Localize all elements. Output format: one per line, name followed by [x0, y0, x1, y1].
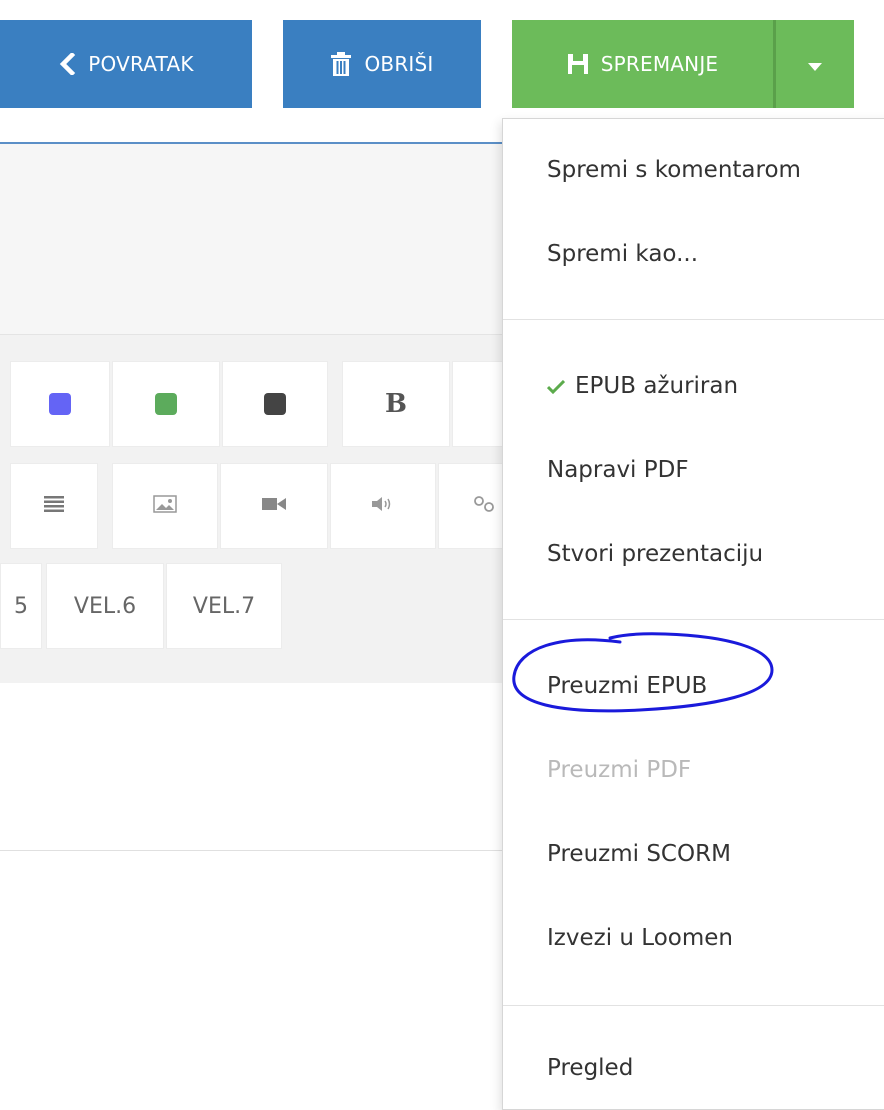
menu-item-download-pdf: Preuzmi PDF: [547, 757, 692, 783]
insert-audio-button[interactable]: [330, 463, 436, 549]
color-black-button[interactable]: [222, 361, 328, 447]
menu-item-export-loomen[interactable]: Izvezi u Loomen: [547, 925, 733, 951]
bold-button[interactable]: B: [342, 361, 450, 447]
trash-icon: [330, 51, 352, 77]
delete-button-label: OBRIŠI: [364, 52, 434, 76]
menu-item-epub-updated-label: EPUB ažuriran: [575, 373, 739, 399]
back-button-label: POVRATAK: [88, 52, 194, 76]
size-6-button[interactable]: VEL.6: [46, 563, 164, 649]
image-icon: [153, 495, 177, 517]
video-icon: [262, 496, 286, 516]
caret-down-icon: [808, 52, 822, 76]
checkmark-icon: [546, 374, 566, 400]
insert-video-button[interactable]: [220, 463, 328, 549]
link-icon: [473, 495, 497, 517]
size-5-button[interactable]: 5: [0, 563, 42, 649]
menu-item-download-scorm[interactable]: Preuzmi SCORM: [547, 841, 731, 867]
size-7-label: VEL.7: [192, 593, 256, 619]
insert-image-button[interactable]: [112, 463, 218, 549]
menu-separator: [503, 1005, 884, 1006]
color-swatch-black: [264, 393, 286, 415]
content-divider: [0, 850, 504, 851]
menu-item-save-with-comment[interactable]: Spremi s komentarom: [547, 157, 801, 183]
delete-button[interactable]: OBRIŠI: [283, 20, 481, 108]
color-blue-button[interactable]: [10, 361, 110, 447]
bold-icon: B: [385, 389, 407, 419]
save-dropdown-toggle[interactable]: [776, 20, 854, 108]
audio-icon: [372, 496, 394, 516]
size-5-label: 5: [14, 593, 28, 619]
menu-item-save-as[interactable]: Spremi kao...: [547, 241, 698, 267]
title-field[interactable]: [0, 144, 520, 335]
menu-item-epub-updated[interactable]: EPUB ažuriran: [546, 373, 739, 400]
color-green-button[interactable]: [112, 361, 220, 447]
save-dropdown-menu: Spremi s komentarom Spremi kao... EPUB a…: [502, 118, 884, 1110]
menu-item-create-presentation[interactable]: Stvori prezentaciju: [547, 541, 763, 567]
menu-item-make-pdf[interactable]: Napravi PDF: [547, 457, 689, 483]
menu-item-preview[interactable]: Pregled: [547, 1055, 633, 1081]
editor-toolbar: B 5 VEL.6 VEL.7: [0, 335, 520, 683]
align-justify-icon: [44, 496, 64, 516]
menu-separator: [503, 319, 884, 320]
chevron-left-icon: [58, 53, 76, 75]
back-button[interactable]: POVRATAK: [0, 20, 252, 108]
color-swatch-blue: [49, 393, 71, 415]
color-swatch-green: [155, 393, 177, 415]
save-button-label: SPREMANJE: [600, 52, 719, 76]
size-6-label: VEL.6: [73, 593, 137, 619]
floppy-disk-icon: [567, 53, 589, 75]
size-7-button[interactable]: VEL.7: [166, 563, 282, 649]
annotation-circle: [512, 632, 774, 713]
save-button[interactable]: SPREMANJE: [512, 20, 773, 108]
justify-button[interactable]: [10, 463, 98, 549]
